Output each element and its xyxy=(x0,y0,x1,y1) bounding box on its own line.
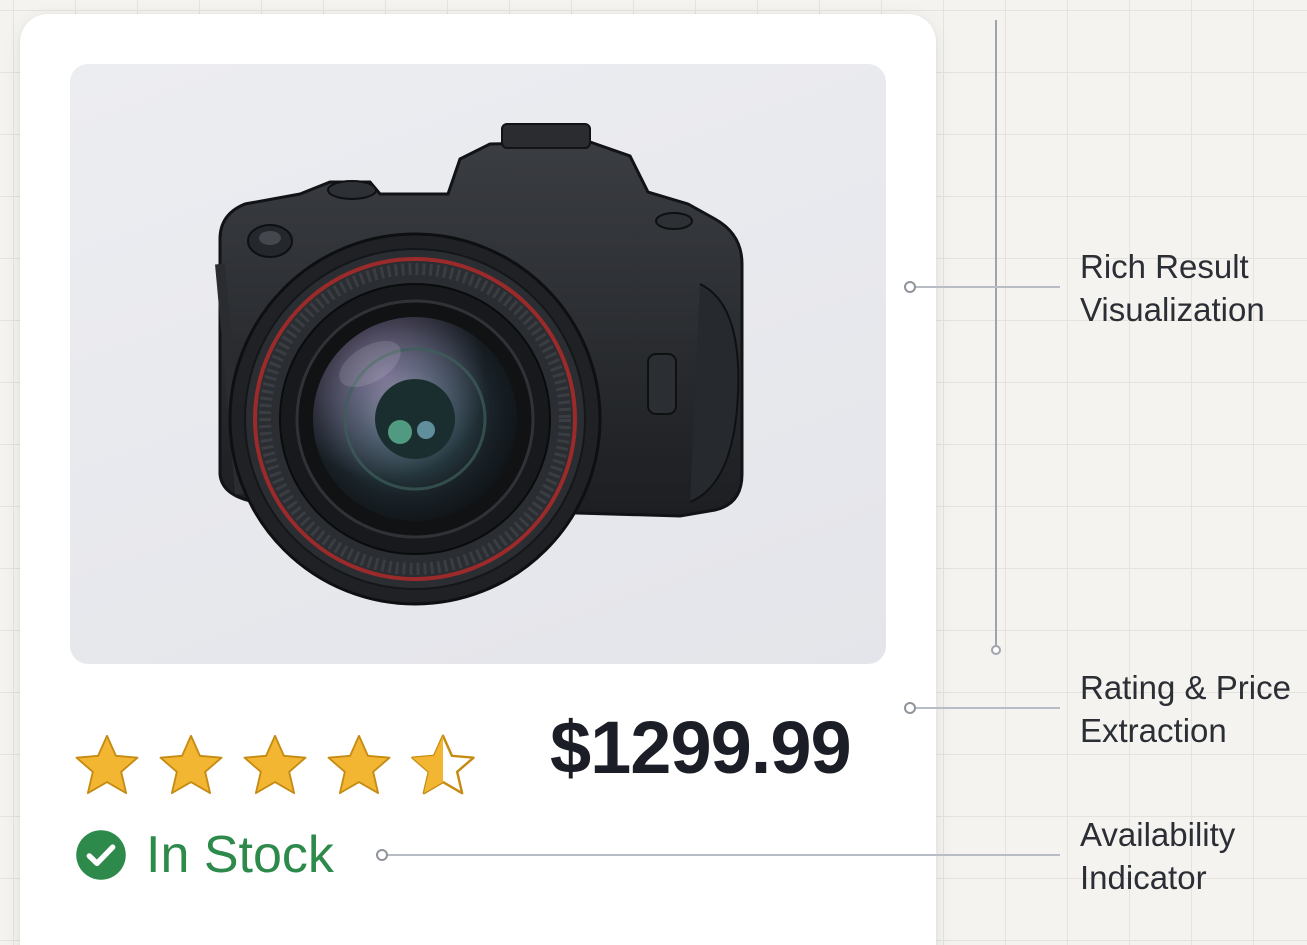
callout-text-line: Visualization xyxy=(1080,291,1265,328)
product-image xyxy=(70,64,886,664)
check-circle-icon xyxy=(76,830,126,880)
product-price: $1299.99 xyxy=(550,706,852,789)
callout-text-line: Rich Result xyxy=(1080,248,1249,285)
callout-availability-indicator: Availability Indicator xyxy=(1080,813,1235,899)
callout-text-line: Indicator xyxy=(1080,859,1207,896)
availability-label: In Stock xyxy=(146,826,334,884)
callout-text-line: Rating & Price xyxy=(1080,669,1291,706)
star-icon xyxy=(243,734,307,795)
star-icon xyxy=(159,734,223,795)
product-card: $1299.99 In Stock xyxy=(20,14,936,945)
star-icon xyxy=(75,734,139,795)
availability-status: In Stock xyxy=(74,828,334,882)
callout-rich-result-visualization: Rich Result Visualization xyxy=(1080,245,1265,331)
star-rating xyxy=(70,726,480,806)
callout-rating-price-extraction: Rating & Price Extraction xyxy=(1080,666,1291,752)
half-star-icon xyxy=(411,734,475,795)
camera-illustration xyxy=(215,123,744,606)
callout-text-line: Availability xyxy=(1080,816,1236,853)
guide-endpoint xyxy=(991,645,1001,655)
callout-text-line: Extraction xyxy=(1080,712,1227,749)
star-icon xyxy=(327,734,391,795)
